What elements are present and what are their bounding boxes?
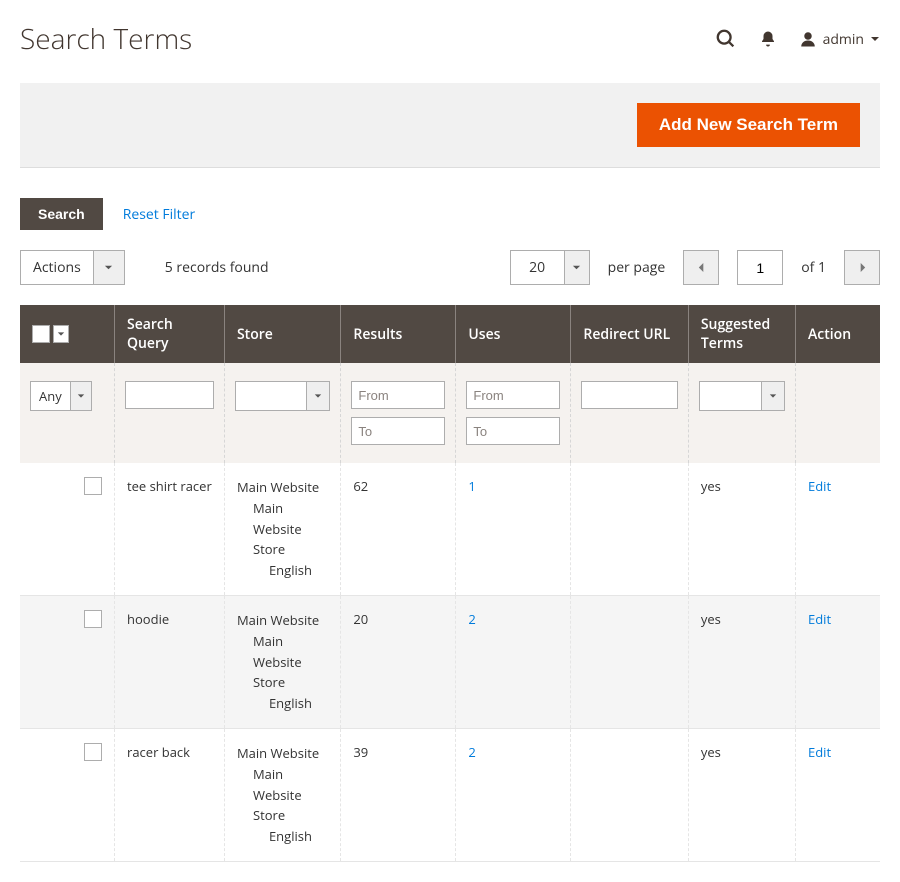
notifications-icon[interactable] — [759, 30, 777, 48]
column-header-results[interactable]: Results — [341, 305, 456, 363]
cell-results: 20 — [341, 595, 456, 728]
primary-action-bar: Add New Search Term — [20, 83, 880, 168]
header-actions: admin — [715, 28, 880, 50]
cell-redirect — [571, 463, 688, 595]
search-terms-grid: Search Query Store Results Uses Redirect… — [20, 305, 880, 862]
column-header-redirect-url[interactable]: Redirect URL — [571, 305, 688, 363]
edit-link[interactable]: Edit — [808, 610, 831, 628]
filter-redirect-url-input[interactable] — [581, 381, 677, 409]
chevron-down-icon — [93, 251, 124, 284]
table-row[interactable]: racer back Main Website Main Website Sto… — [20, 728, 880, 861]
chevron-down-icon — [306, 382, 329, 410]
records-found: 5 records found — [165, 258, 269, 277]
account-username: admin — [823, 30, 864, 49]
filter-uses-from-input[interactable] — [466, 381, 560, 409]
cell-search-query: hoodie — [115, 595, 225, 728]
chevron-down-icon — [70, 382, 91, 410]
account-menu[interactable]: admin — [799, 30, 880, 49]
row-checkbox[interactable] — [84, 743, 102, 761]
cell-results: 62 — [341, 463, 456, 595]
cell-suggested: yes — [688, 595, 795, 728]
filter-suggested-select[interactable] — [699, 381, 785, 411]
filter-results-from-input[interactable] — [351, 381, 445, 409]
page-title: Search Terms — [20, 20, 192, 58]
add-new-search-term-button[interactable]: Add New Search Term — [637, 103, 860, 147]
cell-store: Main Website Main Website Store English — [237, 743, 328, 847]
page-of-label: of 1 — [801, 258, 826, 277]
cell-redirect — [571, 595, 688, 728]
column-header-suggested-terms[interactable]: Suggested Terms — [688, 305, 795, 363]
cell-uses[interactable]: 1 — [468, 477, 475, 495]
page-current-input[interactable] — [737, 250, 783, 285]
cell-store: Main Website Main Website Store English — [237, 477, 328, 581]
actions-dropdown[interactable]: Actions — [20, 250, 125, 285]
search-button[interactable]: Search — [20, 198, 103, 230]
cell-store: Main Website Main Website Store English — [237, 610, 328, 714]
cell-results: 39 — [341, 728, 456, 861]
cell-search-query: tee shirt racer — [115, 463, 225, 595]
cell-suggested: yes — [688, 463, 795, 595]
filter-select-any[interactable]: Any — [30, 381, 92, 411]
column-header-store[interactable]: Store — [224, 305, 340, 363]
cell-redirect — [571, 728, 688, 861]
chevron-down-icon — [870, 34, 880, 44]
actions-label: Actions — [21, 258, 93, 277]
next-page-button[interactable] — [844, 250, 880, 285]
prev-page-button[interactable] — [683, 250, 719, 285]
cell-uses[interactable]: 2 — [468, 743, 475, 761]
select-all-checkbox[interactable] — [32, 325, 50, 343]
toolbar-row-pager: Actions 5 records found 20 per page of 1 — [20, 250, 880, 285]
filter-any-value: Any — [31, 382, 70, 410]
column-header-action: Action — [796, 305, 881, 363]
cell-uses[interactable]: 2 — [468, 610, 475, 628]
per-page-label: per page — [608, 258, 666, 277]
filter-uses-to-input[interactable] — [466, 417, 560, 445]
cell-suggested: yes — [688, 728, 795, 861]
chevron-down-icon — [761, 382, 784, 410]
table-row[interactable]: hoodie Main Website Main Website Store E… — [20, 595, 880, 728]
reset-filter-link[interactable]: Reset Filter — [123, 205, 196, 224]
edit-link[interactable]: Edit — [808, 743, 831, 761]
select-all-dropdown[interactable] — [53, 325, 69, 343]
toolbar-row-filters: Search Reset Filter — [20, 198, 880, 230]
chevron-down-icon — [564, 251, 589, 284]
search-icon[interactable] — [715, 28, 737, 50]
user-icon — [799, 30, 817, 48]
filter-results-to-input[interactable] — [351, 417, 445, 445]
per-page-value: 20 — [511, 258, 564, 277]
column-header-search-query[interactable]: Search Query — [115, 305, 225, 363]
filter-store-select[interactable] — [235, 381, 330, 411]
edit-link[interactable]: Edit — [808, 477, 831, 495]
per-page-select[interactable]: 20 — [510, 250, 590, 285]
filter-search-query-input[interactable] — [125, 381, 214, 409]
row-checkbox[interactable] — [84, 477, 102, 495]
table-row[interactable]: tee shirt racer Main Website Main Websit… — [20, 463, 880, 595]
cell-search-query: racer back — [115, 728, 225, 861]
row-checkbox[interactable] — [84, 610, 102, 628]
column-header-uses[interactable]: Uses — [456, 305, 571, 363]
